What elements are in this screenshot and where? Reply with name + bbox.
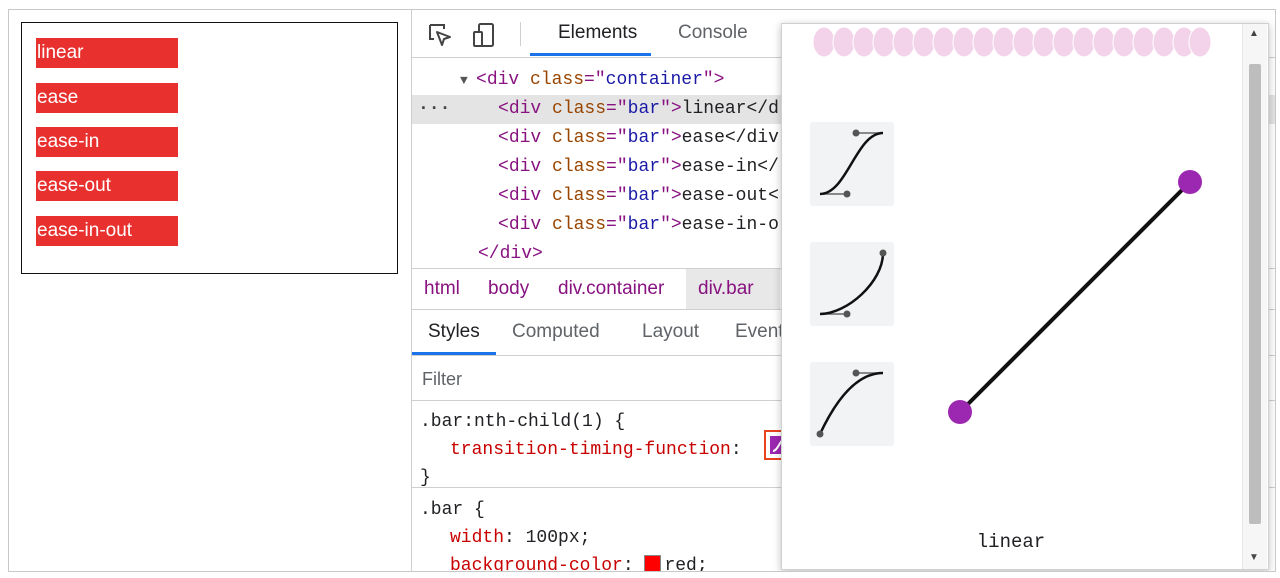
node-text: ease-out< [681, 186, 779, 206]
bar-ease-in-out: ease-in-out [36, 216, 178, 246]
control-point-end-handle[interactable] [1178, 170, 1202, 194]
attr-name: class [552, 99, 607, 119]
breadcrumb-html[interactable]: html [424, 278, 460, 300]
property-name: width [450, 528, 505, 548]
attr-value: bar [627, 215, 661, 235]
property-value: 100px; [525, 528, 591, 548]
node-text: ease-in</ [681, 157, 779, 177]
tab-event-listeners[interactable]: Event [735, 321, 784, 343]
ease-in-curve-icon [819, 249, 887, 318]
expand-triangle-icon[interactable]: ▼ [460, 66, 468, 95]
bar-ease-in: ease-in [36, 127, 178, 157]
bar-ease: ease [36, 83, 178, 113]
subtab-active-indicator [412, 352, 496, 355]
scroll-down-arrow-icon[interactable]: ▼ [1249, 552, 1259, 563]
rule-selector[interactable]: .bar:nth-child(1) { [420, 408, 625, 436]
device-toolbar-icon[interactable] [470, 21, 498, 49]
property-name: background-color [450, 556, 623, 572]
control-point-start-handle[interactable] [948, 400, 972, 424]
property-value: red; [664, 556, 708, 572]
node-text: ease</div [681, 128, 779, 148]
bezier-curve-editor[interactable] [942, 164, 1212, 434]
preview-container: linear ease ease-in ease-out ease-in-out [21, 22, 398, 274]
tag-name: div [508, 128, 542, 148]
breadcrumb-div-bar[interactable]: div.bar [698, 278, 754, 300]
css-declaration[interactable]: width: 100px; [450, 524, 590, 552]
tag-name: div [486, 70, 520, 90]
preset-ease-in-out[interactable] [810, 122, 894, 206]
attr-value: bar [627, 157, 661, 177]
attr-value: bar [627, 99, 661, 119]
attr-value: bar [627, 186, 661, 206]
tab-console[interactable]: Console [678, 22, 748, 44]
screenshot-frame: linear ease ease-in ease-out ease-in-out… [8, 9, 1276, 572]
tab-layout[interactable]: Layout [642, 321, 699, 343]
node-text: ease-in-o [681, 215, 779, 235]
preset-ease-in[interactable] [810, 242, 894, 326]
tag-name: div [508, 99, 542, 119]
attr-name: class [552, 215, 607, 235]
attr-name: class [552, 157, 607, 177]
closing-tag: </div> [478, 244, 543, 264]
property-name: transition-timing-function [450, 440, 731, 460]
tab-computed[interactable]: Computed [512, 321, 600, 343]
tab-styles[interactable]: Styles [428, 321, 480, 343]
filter-input[interactable] [420, 364, 764, 394]
preset-ease-out[interactable] [810, 362, 894, 446]
scroll-up-arrow-icon[interactable]: ▲ [1249, 28, 1259, 39]
rule-selector[interactable]: .bar { [420, 496, 485, 524]
color-swatch[interactable] [644, 555, 662, 571]
attr-name: class [552, 186, 607, 206]
tag-name: div [508, 186, 542, 206]
easing-editor-popover: linear ▲ ▼ [781, 23, 1269, 570]
toolbar-divider [520, 22, 521, 46]
css-declaration[interactable]: background-color: red; [450, 552, 708, 572]
bar-linear: linear [36, 38, 178, 68]
inspect-element-icon[interactable] [426, 21, 454, 49]
ease-out-curve-icon [816, 369, 884, 438]
css-declaration[interactable]: transition-timing-function: [450, 436, 742, 464]
bar-ease-out: ease-out [36, 171, 178, 201]
tag-name: div [508, 215, 542, 235]
tag-name: div [508, 157, 542, 177]
popover-scrollbar[interactable]: ▲ ▼ [1242, 24, 1267, 569]
breadcrumb-div-container[interactable]: div.container [558, 278, 664, 300]
tab-elements[interactable]: Elements [558, 22, 637, 44]
tab-active-indicator [530, 53, 651, 56]
attr-name: class [552, 128, 607, 148]
scrollbar-thumb[interactable] [1249, 64, 1261, 524]
easing-animation-preview [812, 27, 1212, 57]
attr-value: container [605, 70, 703, 90]
attr-name: class [530, 70, 585, 90]
more-options-icon[interactable]: ··· [418, 95, 450, 124]
node-text: linear</d [681, 99, 779, 119]
easing-value-label: linear [976, 531, 1046, 553]
attr-value: bar [627, 128, 661, 148]
breadcrumb-body[interactable]: body [488, 278, 529, 300]
ease-in-out-curve-icon [819, 129, 884, 198]
